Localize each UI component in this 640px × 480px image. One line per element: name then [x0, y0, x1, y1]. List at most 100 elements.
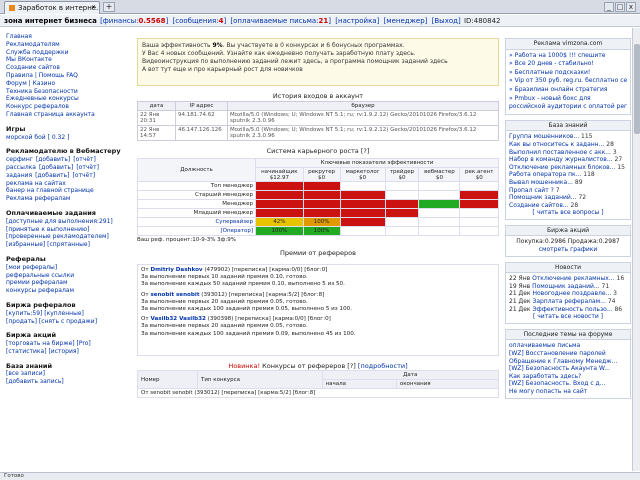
forum-topic-link[interactable]: [WZ] Безопасность. Вход с д...: [509, 380, 627, 388]
contest-col-start: начала: [321, 379, 397, 389]
referral-exchange-link[interactable]: [продать] [снять с продажи]: [6, 318, 132, 326]
career-position[interactable]: Младший менеджер: [137, 208, 256, 218]
kb-item[interactable]: Группа мошенников... 115: [509, 133, 627, 141]
news-item[interactable]: 21 Дек Эффективность пользо... 86: [509, 306, 627, 314]
kb-box-title: База знаний: [506, 120, 630, 132]
advertiser-link[interactable]: Реклама рефералам: [6, 195, 70, 202]
paid-tasks-link[interactable]: [проверенные рекламодателем]: [6, 233, 132, 241]
advertiser-link[interactable]: [добавить]: [36, 156, 70, 163]
topbar-link-0[interactable]: [финансы:0.5568]: [100, 17, 168, 25]
kb-item[interactable]: Вывал мошенника... 89: [509, 179, 627, 187]
kb-item[interactable]: Пропал сайт ? 7: [509, 187, 627, 195]
stock-charts-link[interactable]: смотреть графики: [539, 246, 598, 253]
kb-item[interactable]: Отключение рекламных блоков... 15: [509, 164, 627, 172]
referrals-link[interactable]: реферальные ссылки: [6, 272, 132, 280]
advertiser-link[interactable]: реклама на сайтах: [6, 180, 66, 187]
topbar-link-3[interactable]: [настройка]: [335, 17, 379, 25]
page-scrollbar[interactable]: [632, 28, 640, 471]
career-position[interactable]: Менеджер: [137, 199, 256, 209]
stock-exchange-link[interactable]: [торговать на бирже] [Pro]: [6, 340, 132, 348]
referral-exchange-link[interactable]: [купить:59] [купленные]: [6, 310, 132, 318]
window-maximize-button[interactable]: □: [615, 2, 625, 12]
topbar-link-4[interactable]: [менеджер]: [384, 17, 428, 25]
help-icon[interactable]: [?]: [361, 147, 370, 155]
nav-link[interactable]: Рекламодателям: [6, 41, 132, 49]
help-icon[interactable]: [?]: [347, 362, 356, 370]
forum-topic-link[interactable]: Не могу попасть на сайт: [509, 388, 627, 396]
window-close-button[interactable]: x: [626, 2, 636, 12]
advertiser-link[interactable]: [отчёт]: [76, 164, 99, 171]
ad-link[interactable]: » Vip от 350 руб. reg.ru. бесплатно серт…: [509, 77, 627, 85]
knowledge-base-link[interactable]: [все записи]: [6, 370, 132, 378]
referrals-link[interactable]: премии рефералам: [6, 279, 132, 287]
advertiser-link[interactable]: рассылка: [6, 164, 36, 171]
kb-item[interactable]: Выполнил поставленное с акк... 3: [509, 149, 627, 157]
forum-topic-link[interactable]: Обращение к Главному Менедж...: [509, 358, 627, 366]
kb-item[interactable]: Создание сайтов... 28: [509, 202, 627, 210]
scrollbar-thumb[interactable]: [634, 44, 640, 134]
paid-tasks-link[interactable]: [принятые к выполнению]: [6, 226, 132, 234]
ad-link[interactable]: российской аудитории с оплатой perfect m…: [509, 103, 627, 111]
nav-link[interactable]: Техника Безопасности: [6, 88, 132, 96]
referrals-link[interactable]: [мои рефералы]: [6, 264, 132, 272]
stock-exchange-link[interactable]: [статистика] [история]: [6, 348, 132, 356]
kb-item[interactable]: Работа оператора пк... 118: [509, 171, 627, 179]
career-kpi-cell: [384, 190, 420, 200]
kb-item[interactable]: Помощник заданий... 72: [509, 194, 627, 202]
forum-topic-link[interactable]: оплачиваемые письма: [509, 342, 627, 350]
topbar-link-2[interactable]: [оплачиваемые письма:21]: [230, 17, 331, 25]
advertiser-link[interactable]: [добавить]: [35, 172, 69, 179]
nav-link[interactable]: Конкурс рефералов: [6, 103, 132, 111]
contest-details-link[interactable]: [подробности]: [358, 362, 408, 370]
kb-item[interactable]: Как вы относитесь к заданн... 28: [509, 141, 627, 149]
nav-link[interactable]: Служба поддержки: [6, 49, 132, 57]
nav-link[interactable]: Ежедневные конкурсы: [6, 95, 132, 103]
forum-topic-link[interactable]: Как заработать здесь?: [509, 373, 627, 381]
referrer-name-link[interactable]: senobit senobit: [150, 292, 199, 298]
advertiser-link[interactable]: [отчёт]: [73, 156, 96, 163]
advertiser-link[interactable]: серфинг: [6, 156, 33, 163]
career-kpi-cell: [459, 208, 499, 218]
referrer-name-link[interactable]: Vasilb32 Vasilb32: [150, 316, 205, 322]
paid-tasks-link[interactable]: [избранные] [спрятанные]: [6, 241, 132, 249]
ad-link[interactable]: » Работа на 1000$ !!! спешите: [509, 52, 627, 60]
nav-link[interactable]: Правила | Помощь FAQ: [6, 72, 132, 80]
nav-link[interactable]: Главная страница аккаунта: [6, 111, 132, 119]
new-tab-button[interactable]: +: [103, 2, 115, 12]
games-link[interactable]: морской бой [ 0.32 ]: [6, 134, 132, 142]
tab-close-icon[interactable]: ✕: [91, 4, 96, 11]
referrals-link[interactable]: конкурсы рефералам: [6, 287, 132, 295]
kb-read-all-link[interactable]: [ читать все вопросы ]: [509, 209, 627, 217]
browser-tab-active[interactable]: Заработок в интерне... ✕: [4, 1, 100, 14]
ad-link[interactable]: » Pmbux - новый бокс для: [509, 95, 627, 103]
career-position[interactable]: Супервайзер: [137, 217, 256, 227]
window-minimize-button[interactable]: _: [604, 2, 614, 12]
advertiser-link[interactable]: задания: [6, 172, 32, 179]
paid-tasks-link[interactable]: [доступные для выполнения:291]: [6, 218, 132, 226]
ad-link[interactable]: » Бесплатные подсказки!: [509, 69, 627, 77]
news-item[interactable]: 22 Янв Отключение рекламных... 16: [509, 275, 627, 283]
ad-link[interactable]: » Бразилиан онлайн стратегия: [509, 86, 627, 94]
forum-topic-link[interactable]: [WZ] Безопасность Акаунта W...: [509, 365, 627, 373]
career-position[interactable]: Топ менеджер: [137, 181, 256, 191]
news-item[interactable]: 19 Янв Помощник заданий... 71: [509, 283, 627, 291]
nav-link[interactable]: Форум | Казино: [6, 80, 132, 88]
nav-link[interactable]: Мы ВКонтакте: [6, 56, 132, 64]
knowledge-base-link[interactable]: [добавить запись]: [6, 378, 132, 386]
news-item[interactable]: 21 Дек Зарплата рефералам... 74: [509, 298, 627, 306]
referrer-name-link[interactable]: Dmitriy Dashkov: [150, 267, 202, 273]
nav-link[interactable]: Главная: [6, 33, 132, 41]
nav-link[interactable]: Создание сайтов: [6, 64, 132, 72]
career-position[interactable]: Старший менеджер: [137, 190, 256, 200]
advertiser-link[interactable]: [добавить]: [39, 164, 73, 171]
topbar-link-label: [финансы:: [100, 17, 139, 25]
advertiser-link[interactable]: банер на главной странице: [6, 187, 94, 194]
news-read-all-link[interactable]: [ читать все новости ]: [509, 313, 627, 321]
advertiser-link[interactable]: [отчёт]: [72, 172, 95, 179]
news-item[interactable]: 21 Дек Новогоднее поздравле... 3: [509, 290, 627, 298]
kb-item[interactable]: Набор в команду журналистов... 27: [509, 156, 627, 164]
ad-link[interactable]: » Все 20 днев - стабильно!: [509, 60, 627, 68]
topbar-link-5[interactable]: [Выход]: [432, 17, 461, 25]
forum-topic-link[interactable]: [WZ] Восстановление паролей: [509, 350, 627, 358]
topbar-link-1[interactable]: [сообщения:4]: [173, 17, 227, 25]
